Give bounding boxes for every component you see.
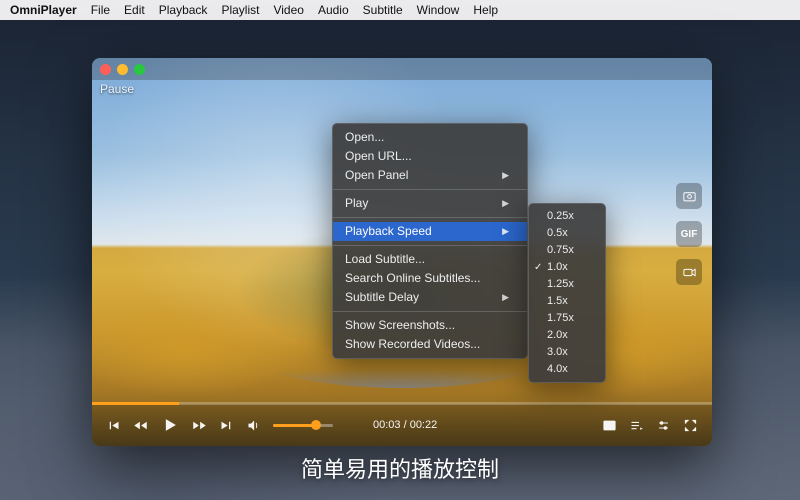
- volume-slider[interactable]: [273, 424, 333, 427]
- context-menu: Open... Open URL... Open Panel▶ Play▶ Pl…: [332, 123, 528, 359]
- minimize-button[interactable]: [117, 64, 128, 75]
- ctx-open[interactable]: Open...: [333, 128, 527, 147]
- menu-separator: [333, 311, 527, 312]
- menubar-subtitle[interactable]: Subtitle: [363, 3, 403, 17]
- rewind-button[interactable]: [133, 418, 148, 433]
- menubar-audio[interactable]: Audio: [318, 3, 349, 17]
- menu-separator: [333, 189, 527, 190]
- volume-icon[interactable]: [246, 418, 261, 433]
- menubar-window[interactable]: Window: [417, 3, 460, 17]
- speed-option[interactable]: 1.5x: [529, 293, 605, 310]
- next-track-button[interactable]: [219, 418, 234, 433]
- player-window: Pause Open... Open URL... Open Panel▶ Pl…: [92, 58, 712, 446]
- menubar-edit[interactable]: Edit: [124, 3, 145, 17]
- control-bar: 00:03 / 00:22: [92, 404, 712, 446]
- speed-option[interactable]: 0.5x: [529, 225, 605, 242]
- chevron-right-icon: ▶: [502, 166, 509, 185]
- record-icon[interactable]: [676, 259, 702, 285]
- marketing-caption: 简单易用的播放控制: [0, 452, 800, 484]
- menu-separator: [333, 245, 527, 246]
- ctx-play[interactable]: Play▶: [333, 194, 527, 213]
- ctx-search-subtitles[interactable]: Search Online Subtitles...: [333, 269, 527, 288]
- gif-icon[interactable]: GIF: [676, 221, 702, 247]
- ctx-playback-speed[interactable]: Playback Speed▶: [333, 222, 527, 241]
- prev-track-button[interactable]: [106, 418, 121, 433]
- menubar-app-name[interactable]: OmniPlayer: [10, 3, 77, 17]
- fullscreen-button[interactable]: [683, 418, 698, 433]
- speed-submenu: 0.25x 0.5x 0.75x 1.0x 1.25x 1.5x 1.75x 2…: [528, 203, 606, 383]
- ctx-open-panel[interactable]: Open Panel▶: [333, 166, 527, 185]
- speed-option[interactable]: 2.0x: [529, 327, 605, 344]
- window-titlebar[interactable]: [92, 58, 712, 80]
- menubar-playlist[interactable]: Playlist: [221, 3, 259, 17]
- menubar-file[interactable]: File: [91, 3, 110, 17]
- speed-option[interactable]: 1.75x: [529, 310, 605, 327]
- speed-option[interactable]: 1.25x: [529, 276, 605, 293]
- speed-option[interactable]: 4.0x: [529, 361, 605, 378]
- settings-button[interactable]: [656, 418, 671, 433]
- close-button[interactable]: [100, 64, 111, 75]
- speed-option[interactable]: 0.75x: [529, 242, 605, 259]
- playlist-button[interactable]: [629, 418, 644, 433]
- chevron-right-icon: ▶: [502, 222, 509, 241]
- speed-option[interactable]: 1.0x: [529, 259, 605, 276]
- speed-option[interactable]: 0.25x: [529, 208, 605, 225]
- maximize-button[interactable]: [134, 64, 145, 75]
- menubar-video[interactable]: Video: [273, 3, 303, 17]
- menubar-playback[interactable]: Playback: [159, 3, 208, 17]
- side-icon-strip: GIF: [676, 183, 702, 285]
- playback-state-label: Pause: [100, 82, 134, 96]
- speed-option[interactable]: 3.0x: [529, 344, 605, 361]
- progress-bar[interactable]: [92, 402, 712, 405]
- menu-separator: [333, 217, 527, 218]
- time-display: 00:03 / 00:22: [373, 419, 437, 431]
- chevron-right-icon: ▶: [502, 288, 509, 307]
- screenshot-icon[interactable]: [676, 183, 702, 209]
- pip-button[interactable]: [602, 418, 617, 433]
- mac-menubar: OmniPlayer File Edit Playback Playlist V…: [0, 0, 800, 20]
- ctx-subtitle-delay[interactable]: Subtitle Delay▶: [333, 288, 527, 307]
- ctx-show-screenshots[interactable]: Show Screenshots...: [333, 316, 527, 335]
- ctx-open-url[interactable]: Open URL...: [333, 147, 527, 166]
- forward-button[interactable]: [192, 418, 207, 433]
- ctx-load-subtitle[interactable]: Load Subtitle...: [333, 250, 527, 269]
- menubar-help[interactable]: Help: [473, 3, 498, 17]
- chevron-right-icon: ▶: [502, 194, 509, 213]
- play-button[interactable]: [160, 415, 180, 435]
- ctx-show-recorded[interactable]: Show Recorded Videos...: [333, 335, 527, 354]
